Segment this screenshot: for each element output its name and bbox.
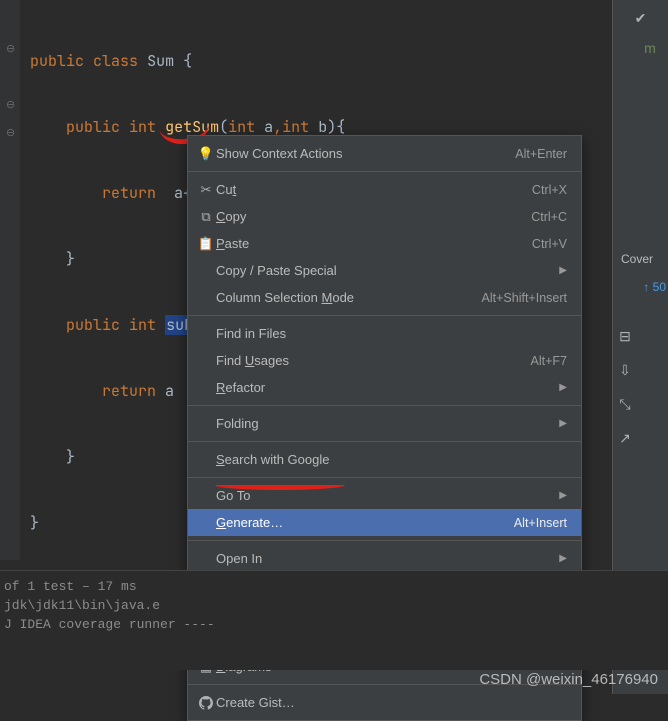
menu-shortcut: Ctrl+X — [532, 183, 567, 197]
menu-separator — [188, 315, 581, 316]
tool-icon[interactable]: ⤡ — [613, 392, 637, 416]
menu-separator — [188, 405, 581, 406]
menu-shortcut: Alt+Enter — [515, 147, 567, 161]
menu-label: Copy / Paste Special — [216, 263, 549, 278]
menu-label: Go To — [216, 488, 549, 503]
menu-find-in-files[interactable]: Find in Files — [188, 320, 581, 347]
menu-label: Cut — [216, 182, 532, 197]
menu-folding[interactable]: Folding ▶ — [188, 410, 581, 437]
menu-label: Search with Google — [216, 452, 567, 467]
menu-shortcut: Alt+Insert — [514, 516, 567, 530]
menu-label: Find in Files — [216, 326, 567, 341]
menu-separator — [188, 540, 581, 541]
coverage-value: ↑ 50 — [643, 280, 666, 294]
menu-goto[interactable]: Go To ▶ — [188, 482, 581, 509]
submenu-arrow-icon: ▶ — [559, 418, 567, 429]
menu-label: Column Selection Mode — [216, 290, 482, 305]
submenu-arrow-icon: ▶ — [559, 382, 567, 393]
menu-shortcut: Alt+F7 — [531, 354, 567, 368]
menu-find-usages[interactable]: Find Usages Alt+F7 — [188, 347, 581, 374]
menu-separator — [188, 171, 581, 172]
menu-label: Create Gist… — [216, 695, 567, 710]
menu-cut[interactable]: ✂ Cut Ctrl+X — [188, 176, 581, 203]
menu-label: Open In — [216, 551, 549, 566]
menu-shortcut: Ctrl+C — [531, 210, 567, 224]
menu-label: Refactor — [216, 380, 549, 395]
menu-open-in[interactable]: Open In ▶ — [188, 545, 581, 572]
menu-column-selection[interactable]: Column Selection Mode Alt+Shift+Insert — [188, 284, 581, 311]
bulb-icon: 💡 — [196, 146, 216, 162]
scissors-icon: ✂ — [196, 182, 216, 198]
menu-paste[interactable]: 📋 Paste Ctrl+V — [188, 230, 581, 257]
menu-label: Paste — [216, 236, 532, 251]
copy-icon: ⧉ — [196, 209, 216, 225]
watermark: CSDN @weixin_46176940 — [479, 671, 658, 688]
menu-label: Generate… — [216, 515, 514, 530]
menu-separator — [188, 441, 581, 442]
run-panel: of 1 test – 17 ms jdk\jdk11\bin\java.e J… — [0, 570, 668, 670]
submenu-arrow-icon: ▶ — [559, 553, 567, 564]
tool-icon[interactable]: ⊟ — [613, 324, 637, 348]
tool-icon[interactable]: ⇩ — [613, 358, 637, 382]
console-line: J IDEA coverage runner ---- — [4, 615, 664, 634]
menu-shortcut: Alt+Shift+Insert — [482, 291, 567, 305]
menu-copy-paste-special[interactable]: Copy / Paste Special ▶ — [188, 257, 581, 284]
tool-icon[interactable]: ↗ — [613, 426, 637, 450]
code-line: public class Sum { — [0, 50, 668, 72]
menu-label: Copy — [216, 209, 531, 224]
menu-create-gist[interactable]: Create Gist… — [188, 689, 581, 716]
github-icon — [196, 696, 216, 710]
menu-refactor[interactable]: Refactor ▶ — [188, 374, 581, 401]
test-summary: of 1 test – 17 ms — [4, 577, 664, 596]
submenu-arrow-icon: ▶ — [559, 265, 567, 276]
console-line: jdk\jdk11\bin\java.e — [4, 596, 664, 615]
menu-shortcut: Ctrl+V — [532, 237, 567, 251]
menu-label: Folding — [216, 416, 549, 431]
menu-copy[interactable]: ⧉ Copy Ctrl+C — [188, 203, 581, 230]
menu-label: Find Usages — [216, 353, 531, 368]
tool-icon[interactable]: ✔ — [629, 6, 653, 30]
menu-separator — [188, 477, 581, 478]
tool-icon[interactable]: m — [638, 36, 662, 60]
paste-icon: 📋 — [196, 236, 216, 252]
menu-show-context-actions[interactable]: 💡 Show Context Actions Alt+Enter — [188, 140, 581, 167]
menu-search-google[interactable]: Search with Google — [188, 446, 581, 473]
menu-label: Show Context Actions — [216, 146, 515, 161]
submenu-arrow-icon: ▶ — [559, 490, 567, 501]
editor-gutter: ⊖ ⊖ ⊖ — [0, 0, 20, 560]
menu-generate[interactable]: Generate… Alt+Insert — [188, 509, 581, 536]
coverage-label: Cover — [621, 252, 653, 266]
